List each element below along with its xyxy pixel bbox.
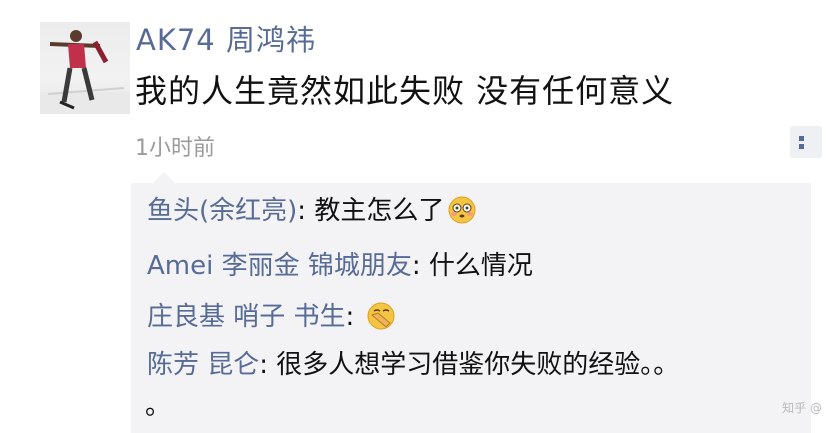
- comment-separator: :: [259, 350, 277, 380]
- comment-item[interactable]: 鱼头(余红亮): 教主怎么了: [147, 195, 477, 233]
- comment-list: 鱼头(余红亮): 教主怎么了 Amei 李丽金 锦城朋友: 什么情况 庄良基 哨…: [131, 172, 811, 433]
- flushed-face-icon: [447, 195, 477, 233]
- comment-separator: :: [297, 196, 315, 226]
- watermark: 知乎 @: [782, 401, 822, 415]
- comment-action-button[interactable]: [790, 126, 822, 158]
- comment-item[interactable]: Amei 李丽金 锦城朋友: 什么情况: [147, 250, 533, 282]
- poster-name[interactable]: AK74 周鸿祎: [136, 17, 316, 59]
- comment-item[interactable]: 陈芳 昆仑: 很多人想学习借鉴你失败的经验。。: [147, 349, 679, 381]
- comment-text: 什么情况: [428, 251, 533, 281]
- poster-avatar[interactable]: [40, 22, 130, 114]
- comment-separator: :: [411, 251, 429, 281]
- commenter-name[interactable]: 陈芳 昆仑: [147, 350, 259, 380]
- post-text: 我的人生竟然如此失败 没有任何意义: [135, 72, 675, 110]
- commenter-name[interactable]: 庄良基 哨子 书生: [147, 302, 346, 332]
- commenter-name[interactable]: Amei 李丽金 锦城朋友: [147, 251, 412, 281]
- comment-separator: :: [345, 302, 363, 332]
- facepalm-face-icon: [366, 301, 396, 339]
- comment-text: 很多人想学习借鉴你失败的经验。。: [276, 350, 680, 380]
- more-dots-icon: [799, 136, 804, 149]
- comment-continuation: 。: [145, 391, 172, 421]
- comment-text: 教主怎么了: [314, 196, 445, 226]
- post-time: 1小时前: [135, 136, 215, 161]
- comment-item[interactable]: 庄良基 哨子 书生:: [147, 301, 396, 339]
- person-photo: [40, 30, 130, 114]
- commenter-name[interactable]: 鱼头(余红亮): [147, 196, 297, 226]
